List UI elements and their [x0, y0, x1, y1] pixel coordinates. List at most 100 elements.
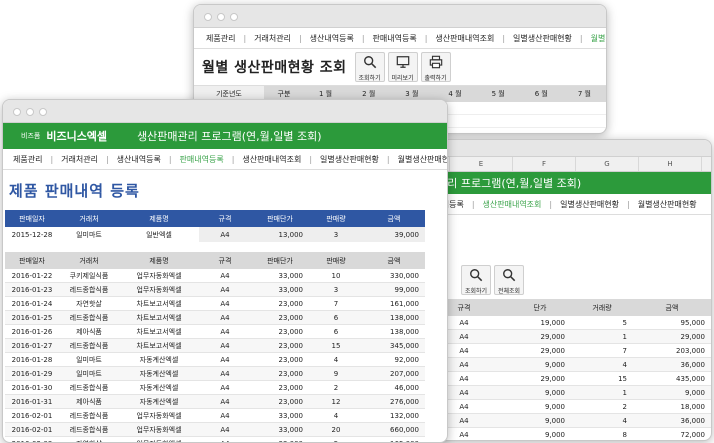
- window-dot[interactable]: [217, 13, 225, 21]
- table-cell: 132,000: [363, 409, 425, 423]
- column-letter[interactable]: F: [513, 157, 576, 171]
- table-cell: 자동계산엑셀: [119, 381, 199, 395]
- input-field[interactable]: 39,000: [363, 227, 425, 242]
- back-menu-item[interactable]: 제품관리: [198, 33, 243, 44]
- table-row[interactable]: 2016-01-25레드종합식품차트보고서엑셀A423,0006138,000: [5, 311, 425, 325]
- front-banner: 비즈폼 비즈니스엑셀 생산판매관리 프로그램(연,월,일별 조회): [3, 123, 447, 149]
- table-cell: 2: [571, 400, 633, 414]
- input-field[interactable]: 일반엑셀: [119, 227, 199, 242]
- table-row[interactable]: A49,000218,000: [419, 400, 711, 414]
- table-cell: A4: [199, 395, 251, 409]
- middle-menu-item[interactable]: 생산판매내역조회: [475, 199, 550, 210]
- input-field[interactable]: 일미마트: [59, 227, 119, 242]
- front-menu-item[interactable]: 생산판매내역조회: [234, 154, 309, 165]
- back-menu-item[interactable]: 거래처관리: [246, 33, 299, 44]
- middle-menu-item[interactable]: 월별생산판매현황: [630, 199, 705, 210]
- table-cell: 차트보고서엑셀: [119, 325, 199, 339]
- middle-button-0[interactable]: 조회하기: [461, 265, 491, 295]
- search-icon: [363, 55, 377, 73]
- input-field[interactable]: A4: [199, 227, 251, 242]
- window-dot[interactable]: [26, 108, 34, 116]
- input-column-header: 거래처: [59, 210, 119, 227]
- table-row[interactable]: A49,000436,000: [419, 414, 711, 428]
- table-row[interactable]: 2016-01-29일미마트자동계산엑셀A423,0009207,000: [5, 367, 425, 381]
- window-dot[interactable]: [13, 108, 21, 116]
- table-cell: 제아식품: [59, 325, 119, 339]
- column-letter[interactable]: E: [450, 157, 513, 171]
- table-row[interactable]: 2016-02-01레드종합식품업무자동화엑셀A433,00020660,000: [5, 423, 425, 437]
- back-menu-item[interactable]: 판매내역등록: [365, 33, 425, 44]
- middle-menu-item[interactable]: 일별생산판매현황: [552, 199, 627, 210]
- list-column-header: 판매량: [309, 252, 363, 269]
- middle-banner-title: 매관리 프로그램(연,월,일별 조회): [427, 175, 581, 191]
- table-row[interactable]: 2016-01-28일미마트자동계산엑셀A423,000492,000: [5, 353, 425, 367]
- list-column-header: 판매일자: [5, 252, 59, 269]
- table-row[interactable]: 2016-02-03자연핫살업무자동화엑셀A433,0005165,000: [5, 437, 425, 443]
- table-row[interactable]: A419,000595,000: [419, 316, 711, 330]
- table-cell: 23,000: [251, 367, 309, 381]
- table-cell: 2016-01-30: [5, 381, 59, 395]
- back-button-2[interactable]: 출력하기: [421, 52, 451, 82]
- table-row[interactable]: 2016-02-01레드종합식품업무자동화엑셀A433,0004132,000: [5, 409, 425, 423]
- back-menu-item[interactable]: 생산판매내역조회: [427, 33, 502, 44]
- back-menu-item[interactable]: 일별생산판매현황: [505, 33, 580, 44]
- front-menu-item[interactable]: 제품관리: [5, 154, 50, 165]
- table-row[interactable]: A429,000129,000: [419, 330, 711, 344]
- input-field[interactable]: 2015-12-28: [5, 227, 59, 242]
- input-field[interactable]: 13,000: [251, 227, 309, 242]
- middle-button-1[interactable]: 전체조회: [494, 265, 524, 295]
- table-cell: 2: [309, 381, 363, 395]
- table-cell: A4: [199, 339, 251, 353]
- middle-window: EFGH 매관리 프로그램(연,월,일별 조회) 매내역등록|생산판매내역조회|…: [418, 139, 712, 441]
- front-menu-item[interactable]: 생산내역등록: [109, 154, 169, 165]
- table-row[interactable]: 2016-01-24자연핫살차트보고서엑셀A423,0007161,000: [5, 297, 425, 311]
- table-row[interactable]: 2016-01-30레드종합식품자동계산엑셀A423,000246,000: [5, 381, 425, 395]
- table-row[interactable]: 2016-01-23레드종합식품업무자동화엑셀A433,000399,000: [5, 283, 425, 297]
- window-dot[interactable]: [230, 13, 238, 21]
- preview-icon: [396, 55, 410, 73]
- table-cell: 차트보고서엑셀: [119, 339, 199, 353]
- window-dot[interactable]: [39, 108, 47, 116]
- table-cell: 2016-01-31: [5, 395, 59, 409]
- front-menu-item[interactable]: 월별생산판매현황: [390, 154, 447, 165]
- table-cell: 차트보고서엑셀: [119, 311, 199, 325]
- table-cell: 자동계산엑셀: [119, 353, 199, 367]
- front-title-row: 제품 판매내역 등록: [3, 170, 447, 210]
- table-row[interactable]: A49,000436,000: [419, 358, 711, 372]
- brand-name: 비즈니스엑셀: [46, 128, 107, 144]
- table-row[interactable]: A49,000872,000: [419, 428, 711, 442]
- table-row[interactable]: 2016-01-22쿠키제일식품업무자동화엑셀A433,00010330,000: [5, 269, 425, 283]
- column-letter[interactable]: H: [639, 157, 702, 171]
- list-column-header: 제품명: [119, 252, 199, 269]
- front-menu-item[interactable]: 일별생산판매현황: [312, 154, 387, 165]
- table-cell: 자연핫살: [59, 297, 119, 311]
- table-row[interactable]: 2016-01-27레드종합식품차트보고서엑셀A423,00015345,000: [5, 339, 425, 353]
- table-row[interactable]: A429,0007203,000: [419, 344, 711, 358]
- month-header: 6 월: [520, 86, 563, 102]
- button-label: 출력하기: [425, 73, 447, 82]
- middle-banner: 매관리 프로그램(연,월,일별 조회): [419, 172, 711, 194]
- column-letter[interactable]: G: [576, 157, 639, 171]
- back-menu-item[interactable]: 생산내역등록: [302, 33, 362, 44]
- table-row[interactable]: A49,00019,000: [419, 386, 711, 400]
- middle-button-group: 조회하기전체조회: [419, 265, 711, 299]
- front-menu-item[interactable]: 판매내역등록: [172, 154, 232, 165]
- search-icon: [502, 268, 516, 286]
- table-row[interactable]: 2016-01-26제아식품차트보고서엑셀A423,0006138,000: [5, 325, 425, 339]
- table-row[interactable]: A429,00015435,000: [419, 372, 711, 386]
- table-cell: 2016-02-03: [5, 437, 59, 443]
- table-cell: A4: [199, 283, 251, 297]
- table-cell: 일미마트: [59, 367, 119, 381]
- back-button-1[interactable]: 미리보기: [388, 52, 418, 82]
- back-menu-item[interactable]: 월별생산: [583, 33, 606, 44]
- input-field[interactable]: 3: [309, 227, 363, 242]
- front-menu-item[interactable]: 거래처관리: [53, 154, 106, 165]
- table-row[interactable]: 2016-01-31제아식품자동계산엑셀A423,00012276,000: [5, 395, 425, 409]
- table-cell: 23,000: [251, 311, 309, 325]
- table-cell: 33,000: [251, 409, 309, 423]
- list-column-header: 금액: [363, 252, 425, 269]
- column-header: 금액: [633, 299, 711, 316]
- front-banner-title: 생산판매관리 프로그램(연,월,일별 조회): [137, 128, 322, 144]
- back-button-0[interactable]: 조회하기: [355, 52, 385, 82]
- window-dot[interactable]: [204, 13, 212, 21]
